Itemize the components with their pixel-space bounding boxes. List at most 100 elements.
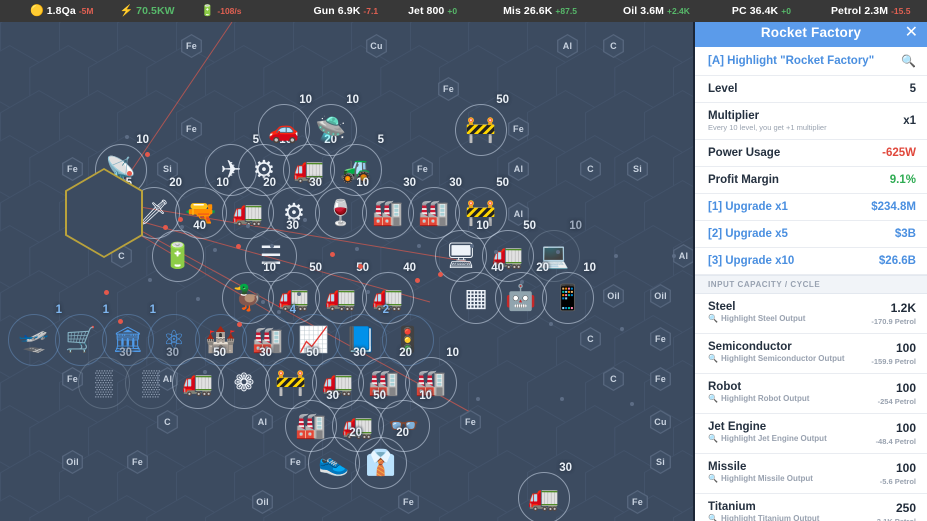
building-node-coal-cart-f[interactable]: 🚛30: [518, 472, 570, 521]
input-capacity-row[interactable]: Semiconductor🔍Highlight Semiconductor Ou…: [695, 334, 927, 374]
resource-tag-label: Oil: [654, 291, 667, 301]
upgrade-row[interactable]: [1] Upgrade x1$234.8M: [695, 194, 927, 221]
close-icon[interactable]: ✕: [905, 25, 918, 41]
grid-connector-dot: [366, 290, 370, 294]
grid-connector-dot: [556, 250, 560, 254]
link-node-dot[interactable]: [178, 217, 183, 222]
input-capacity-row[interactable]: Jet Engine🔍Highlight Jet Engine Output10…: [695, 414, 927, 454]
factory2-icon: 🏭: [295, 414, 326, 439]
grid-connector-dot: [355, 247, 359, 251]
building-node-coal-cart-c[interactable]: 🚛50: [172, 357, 224, 409]
building-node-factory-a[interactable]: 🏭30: [362, 187, 414, 239]
upgrade-row[interactable]: [2] Upgrade x5$3B: [695, 221, 927, 248]
link-node-dot[interactable]: [358, 264, 363, 269]
building-node-solar-a[interactable]: ▒30: [78, 357, 130, 409]
resource-tag-label: Al: [258, 417, 267, 427]
building-node-count: 50: [306, 347, 319, 359]
grid-connector-dot: [614, 254, 618, 258]
stat-row: MultiplierEvery 10 level, you get +1 mul…: [695, 103, 927, 140]
status-gun: Gun 6.9K-7.1: [314, 5, 379, 17]
capacity-highlight-link[interactable]: 🔍Highlight Jet Engine Output: [708, 434, 827, 443]
hex-map[interactable]: FeCuAlCFeFeFeFeSiFeAlSiCAlCAlOilOilCFeFe…: [0, 22, 693, 521]
magnifier-icon: 🔍: [708, 354, 718, 363]
capacity-quantity: 100: [896, 341, 916, 355]
input-capacity-row[interactable]: Steel🔍Highlight Steel Output1.2K-170.9 P…: [695, 294, 927, 334]
capacity-quantity: 1.2K: [891, 301, 916, 315]
link-node-dot[interactable]: [330, 252, 335, 257]
link-node-dot[interactable]: [104, 290, 109, 295]
battery-icon: 🔋: [201, 6, 215, 17]
battery-icon: 🔋: [162, 244, 193, 269]
capacity-highlight-link[interactable]: 🔍Highlight Steel Output: [708, 314, 805, 323]
building-node-car[interactable]: 🚗10: [258, 104, 310, 156]
stat-label: Level: [708, 83, 737, 95]
phone-icon: 📱: [552, 286, 583, 311]
stats-list: Level5MultiplierEvery 10 level, you get …: [695, 76, 927, 275]
link-node-dot[interactable]: [415, 278, 420, 283]
capacity-highlight-link[interactable]: 🔍Highlight Titanium Output: [708, 514, 819, 521]
building-node-oil-derrick-a[interactable]: 🚧50: [455, 104, 507, 156]
building-node-sweater[interactable]: 👔20: [355, 437, 407, 489]
grid-connector-dot: [148, 278, 152, 282]
status-oil: Oil 3.6M+2.4K: [623, 5, 690, 17]
grid-connector-dot: [303, 218, 307, 222]
solar-icon: ▒: [95, 371, 113, 396]
capacity-left: Steel🔍Highlight Steel Output: [708, 301, 805, 323]
magnifier-icon: 🔍: [708, 474, 718, 483]
building-node-airport[interactable]: 🛫1: [8, 314, 60, 366]
sweater-icon: 👔: [365, 451, 396, 476]
resource-tag-label: C: [610, 41, 617, 51]
building-node-count: 10: [419, 390, 432, 402]
input-capacity-list[interactable]: Steel🔍Highlight Steel Output1.2K-170.9 P…: [695, 294, 927, 521]
stat-label: [1] Upgrade x1: [708, 201, 788, 213]
stat-value: 9.1%: [890, 174, 916, 186]
link-node-dot[interactable]: [127, 171, 132, 176]
building-node-shoe[interactable]: 👟20: [308, 437, 360, 489]
building-node-battery[interactable]: 🔋40: [152, 230, 204, 282]
capacity-right: 250-2.1K Petrol: [874, 501, 916, 521]
building-node-count: 10: [356, 177, 369, 189]
capacity-highlight-link[interactable]: 🔍Highlight Robot Output: [708, 394, 809, 403]
highlight-building-row[interactable]: [A] Highlight "Rocket Factory" 🔍: [695, 47, 927, 76]
grid-connector-dot: [560, 397, 564, 401]
input-capacity-row[interactable]: Missile🔍Highlight Missile Output100-5.6 …: [695, 454, 927, 494]
grid-connector-dot: [261, 300, 265, 304]
building-node-count: 1: [103, 304, 109, 316]
building-node-wind-turbine[interactable]: ❁30: [218, 357, 270, 409]
building-node-count: 1: [150, 304, 156, 316]
building-node-count: 1: [56, 304, 62, 316]
input-capacity-row[interactable]: Titanium🔍Highlight Titanium Output250-2.…: [695, 494, 927, 521]
input-capacity-row[interactable]: Robot🔍Highlight Robot Output100-254 Petr…: [695, 374, 927, 414]
petrol-amount: Petrol 2.3M: [831, 5, 888, 17]
link-node-dot[interactable]: [163, 225, 168, 230]
stat-label-wrap: Level: [708, 83, 737, 95]
resource-tag-label: Fe: [417, 164, 428, 174]
grid-connector-dot: [494, 250, 498, 254]
building-node-count: 20: [399, 347, 412, 359]
building-node-smartphone[interactable]: 📱10: [542, 272, 594, 324]
upgrade-row[interactable]: [3] Upgrade x10$26.6B: [695, 248, 927, 275]
capacity-highlight-link[interactable]: 🔍Highlight Semiconductor Output: [708, 354, 845, 363]
link-node-dot[interactable]: [118, 319, 123, 324]
building-node-blimp[interactable]: 🛸10: [305, 104, 357, 156]
building-detail-panel[interactable]: Rocket Factory ✕ [A] Highlight "Rocket F…: [693, 18, 927, 521]
grid-connector-dot: [630, 402, 634, 406]
capacity-cost: -254 Petrol: [878, 397, 916, 406]
link-node-dot[interactable]: [438, 272, 443, 277]
resource-tag-label: C: [587, 334, 594, 344]
link-node-dot[interactable]: [145, 152, 150, 157]
link-node-dot[interactable]: [237, 322, 242, 327]
grid-connector-dot: [277, 310, 281, 314]
stat-value: -625W: [882, 147, 916, 159]
building-node-solar-b[interactable]: ▒30: [125, 357, 177, 409]
capacity-highlight-link[interactable]: 🔍Highlight Missile Output: [708, 474, 813, 483]
panel-header: Rocket Factory ✕: [695, 18, 927, 47]
building-node-wine-glass[interactable]: 🍷10: [315, 187, 367, 239]
blimp-icon: 🛸: [315, 118, 346, 143]
resource-tag-label: Oil: [66, 457, 79, 467]
resource-tag-label: Fe: [132, 457, 143, 467]
building-node-count: 10: [446, 347, 459, 359]
panel-body[interactable]: [A] Highlight "Rocket Factory" 🔍 Level5M…: [695, 47, 927, 521]
grid-connector-dot: [672, 254, 676, 258]
link-node-dot[interactable]: [236, 244, 241, 249]
